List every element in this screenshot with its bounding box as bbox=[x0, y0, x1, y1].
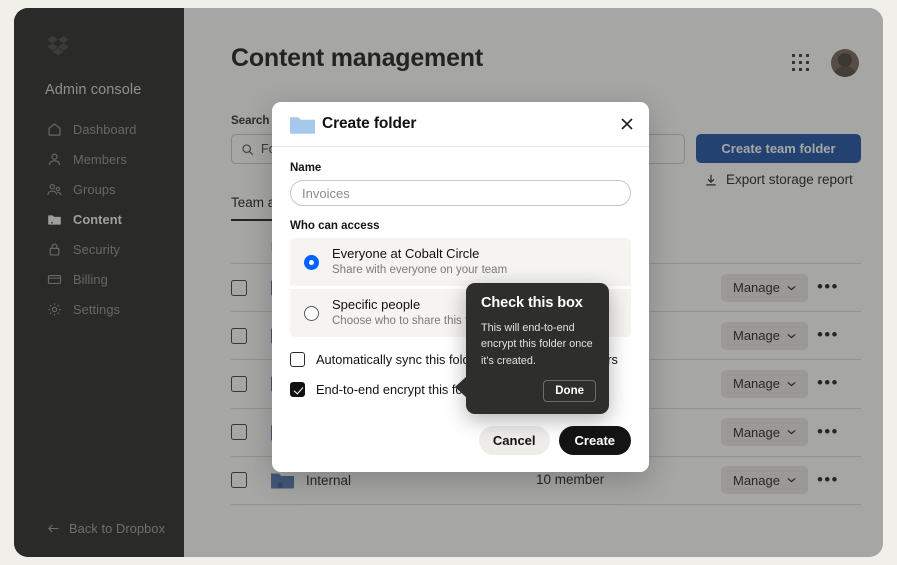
radio-specific-people[interactable] bbox=[304, 305, 319, 321]
close-icon[interactable] bbox=[617, 114, 637, 134]
access-option-subtitle: Share with everyone on your team bbox=[332, 264, 508, 277]
folder-icon bbox=[290, 115, 315, 135]
e2e-encrypt-checkbox[interactable] bbox=[290, 382, 305, 397]
access-option-title: Everyone at Cobalt Circle bbox=[332, 245, 480, 261]
access-field-label: Who can access bbox=[290, 220, 380, 232]
access-option-text: Everyone at Cobalt Circle Share with eve… bbox=[332, 246, 507, 278]
coachmark-title: Check this box bbox=[481, 295, 583, 311]
folder-name-input[interactable] bbox=[290, 180, 631, 206]
coachmark-tooltip: Check this box This will end-to-end encr… bbox=[455, 283, 609, 414]
coachmark-done-button[interactable]: Done bbox=[543, 380, 596, 402]
coachmark-arrow bbox=[455, 376, 467, 398]
dialog-actions: Cancel Create bbox=[478, 426, 631, 455]
auto-sync-checkbox[interactable] bbox=[290, 352, 305, 367]
cancel-button[interactable]: Cancel bbox=[478, 426, 550, 455]
name-field-label: Name bbox=[290, 162, 322, 174]
create-button[interactable]: Create bbox=[558, 426, 631, 455]
dialog-title: Create folder bbox=[322, 115, 417, 132]
radio-everyone[interactable] bbox=[304, 254, 319, 270]
dialog-header: Create folder bbox=[272, 102, 649, 147]
app-window: Admin console Dashboard Members Groups C… bbox=[14, 8, 883, 557]
coachmark-body: This will end-to-end encrypt this folder… bbox=[481, 322, 593, 367]
access-option-everyone[interactable]: Everyone at Cobalt Circle Share with eve… bbox=[290, 238, 631, 286]
